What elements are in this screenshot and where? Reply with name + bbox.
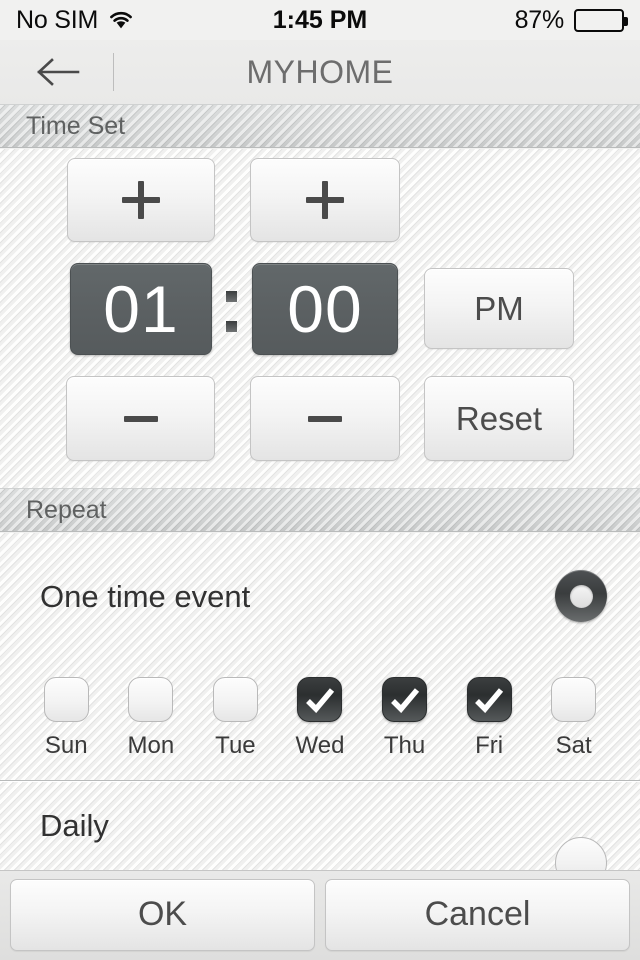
radio-one-time-event[interactable]	[555, 570, 607, 622]
day-label-sun: Sun	[44, 732, 88, 759]
day-cell-thu[interactable]: Thu	[369, 677, 441, 760]
clock-label: 1:45 PM	[272, 5, 368, 34]
day-cell-fri[interactable]: Fri	[453, 677, 525, 760]
repeat-option-label: One time event	[40, 578, 251, 614]
day-label-fri: Fri	[475, 732, 504, 759]
day-label-sat: Sat	[555, 732, 592, 759]
section-header-repeat: Repeat	[0, 488, 640, 532]
day-label-thu: Thu	[383, 732, 426, 759]
minute-decrement-button[interactable]	[250, 376, 400, 461]
wifi-icon	[108, 10, 134, 30]
battery-percent-label: 87%	[514, 5, 565, 34]
minus-icon	[308, 415, 342, 422]
repeat-option-one-time-event[interactable]: One time event	[0, 533, 640, 660]
ok-label: OK	[137, 895, 188, 933]
status-bar-center: 1:45 PM	[273, 6, 367, 35]
day-cell-wed[interactable]: Wed	[284, 677, 356, 760]
day-cell-sun[interactable]: Sun	[30, 677, 102, 760]
cancel-label: Cancel	[424, 895, 531, 933]
minute-display[interactable]: 00	[252, 263, 398, 355]
section-header-repeat-label: Repeat	[26, 495, 107, 524]
repeat-option-daily[interactable]: Daily	[0, 781, 640, 889]
battery-icon	[574, 8, 629, 32]
day-cell-mon[interactable]: Mon	[115, 677, 187, 760]
time-set-panel: 01 00 PM Reset	[0, 149, 640, 488]
day-label-mon: Mon	[127, 732, 175, 759]
minute-increment-button[interactable]	[250, 158, 400, 242]
plus-icon	[306, 181, 344, 219]
repeat-panel: One time event Sun Mon Tue Wed Thu Fri S…	[0, 533, 640, 889]
carrier-label: No SIM	[16, 5, 99, 34]
section-header-time-set: Time Set	[0, 104, 640, 148]
status-bar: No SIM 1:45 PM 87%	[0, 0, 640, 40]
plus-icon	[122, 181, 160, 219]
day-cell-sat[interactable]: Sat	[538, 677, 610, 760]
hour-decrement-button[interactable]	[66, 376, 215, 461]
page-title: MYHOME	[246, 53, 394, 90]
bottom-toolbar: OK Cancel	[0, 870, 640, 960]
hour-display[interactable]: 01	[70, 263, 212, 355]
meridiem-button[interactable]: PM	[424, 268, 574, 349]
day-checkbox-thu[interactable]	[382, 677, 428, 722]
day-label-wed: Wed	[295, 732, 345, 759]
ok-button[interactable]: OK	[10, 878, 315, 951]
nav-bar: MYHOME	[0, 40, 640, 104]
arrow-left-icon	[33, 55, 81, 89]
day-checkbox-tue[interactable]	[212, 677, 258, 722]
status-bar-left: No SIM	[16, 6, 273, 35]
reset-button[interactable]: Reset	[424, 376, 574, 461]
app-root: No SIM 1:45 PM 87% MYHOME Time Set 01 00…	[0, 0, 640, 960]
back-button[interactable]	[0, 40, 114, 104]
colon-dot-upper	[226, 291, 237, 302]
meridiem-label: PM	[474, 289, 524, 327]
reset-label: Reset	[455, 399, 543, 437]
check-icon	[390, 687, 419, 713]
day-checkbox-fri[interactable]	[466, 677, 512, 722]
day-checkbox-sat[interactable]	[551, 677, 597, 722]
section-header-time-set-label: Time Set	[26, 111, 126, 140]
day-checkbox-wed[interactable]	[297, 677, 343, 722]
day-cell-tue[interactable]: Tue	[199, 677, 271, 760]
day-checkbox-mon[interactable]	[128, 677, 174, 722]
status-bar-right: 87%	[367, 5, 629, 35]
minute-value: 00	[287, 272, 363, 346]
check-icon	[306, 687, 335, 713]
check-icon	[475, 687, 504, 713]
day-label-tue: Tue	[215, 732, 256, 759]
colon-dot-lower	[226, 321, 237, 332]
day-selector: Sun Mon Tue Wed Thu Fri Sat	[0, 677, 640, 760]
minus-icon	[123, 415, 158, 422]
repeat-option-label: Daily	[40, 807, 109, 843]
cancel-button[interactable]: Cancel	[325, 878, 630, 951]
day-checkbox-sun[interactable]	[43, 677, 89, 722]
hour-increment-button[interactable]	[67, 158, 215, 242]
hour-value: 01	[103, 272, 179, 346]
